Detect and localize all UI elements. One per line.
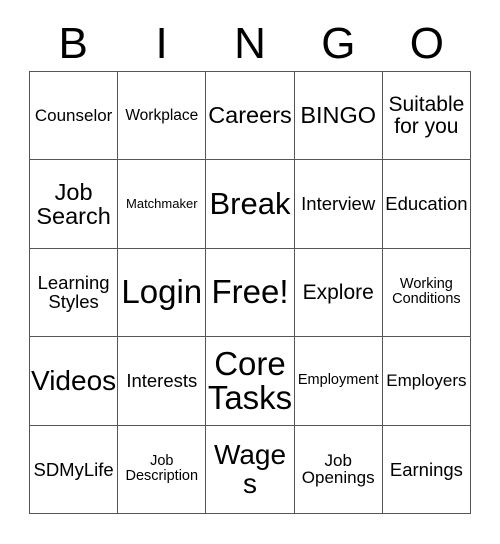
bingo-cell-label: Job Description xyxy=(125,453,199,485)
bingo-cell-r4c2[interactable]: Interests xyxy=(118,337,207,426)
bingo-cell-label: Job Openings xyxy=(301,450,375,488)
bingo-cell-r1c3[interactable]: Careers xyxy=(206,72,295,161)
bingo-cell-r1c5[interactable]: Suitable for you xyxy=(382,72,471,161)
bingo-cell-r2c1[interactable]: Job Search xyxy=(30,160,119,249)
bingo-cell-label: SDMyLife xyxy=(33,458,114,480)
bingo-cell-r4c5[interactable]: Employers xyxy=(382,337,471,426)
bingo-cell-label: Learning Styles xyxy=(37,272,110,313)
bingo-cell-label: Careers xyxy=(208,102,292,129)
bingo-cell-free-space[interactable]: Free! xyxy=(206,248,295,338)
bingo-cell-label: Employers xyxy=(386,371,467,391)
bingo-cell-r3c4[interactable]: Explore xyxy=(294,248,383,338)
bingo-cell-label: Suitable for you xyxy=(388,92,465,138)
bingo-cell-r4c4[interactable]: Employment xyxy=(294,337,383,426)
bingo-cell-label: Education xyxy=(385,193,468,215)
bingo-cell-label: Interests xyxy=(126,370,198,392)
bingo-cell-label: Wages xyxy=(213,439,287,500)
bingo-cell-r3c1[interactable]: Learning Styles xyxy=(30,248,119,338)
bingo-cell-label: Core Tasks xyxy=(207,344,293,416)
bingo-header-letter-b: B xyxy=(58,18,88,68)
bingo-cell-label: Employment xyxy=(297,372,379,389)
bingo-cell-r3c2[interactable]: Login xyxy=(118,248,207,338)
bingo-card: B I N G O Counselor Workplace Careers BI… xyxy=(0,0,500,544)
bingo-cell-label: Working Conditions xyxy=(392,276,461,308)
bingo-header-letter-g: G xyxy=(321,18,356,68)
bingo-cell-r5c5[interactable]: Earnings xyxy=(382,425,471,514)
bingo-cell-label: BINGO xyxy=(300,102,377,129)
bingo-cell-r5c4[interactable]: Job Openings xyxy=(294,425,383,514)
bingo-cell-r1c4[interactable]: BINGO xyxy=(294,72,383,161)
bingo-cell-label: Free! xyxy=(211,273,289,311)
bingo-cell-r2c5[interactable]: Education xyxy=(382,160,471,249)
bingo-cell-label: Matchmaker xyxy=(126,196,198,212)
bingo-cell-r1c2[interactable]: Workplace xyxy=(118,72,207,161)
bingo-cell-r2c2[interactable]: Matchmaker xyxy=(118,160,207,249)
bingo-cell-label: Earnings xyxy=(389,458,463,480)
bingo-cell-label: Interview xyxy=(301,193,376,215)
bingo-cell-r4c1[interactable]: Videos xyxy=(30,337,119,426)
bingo-cell-r3c5[interactable]: Working Conditions xyxy=(382,248,471,338)
bingo-cell-r5c3[interactable]: Wages xyxy=(206,425,295,514)
bingo-cell-label: Job Search xyxy=(36,178,111,230)
bingo-cell-r2c4[interactable]: Interview xyxy=(294,160,383,249)
bingo-cell-label: Counselor xyxy=(34,105,113,125)
bingo-header-letter-i: I xyxy=(155,18,168,68)
bingo-cell-label: Break xyxy=(209,185,291,221)
bingo-header-row: B I N G O xyxy=(29,16,471,71)
bingo-grid: Counselor Workplace Careers BINGO Suitab… xyxy=(29,71,471,514)
bingo-cell-r2c3[interactable]: Break xyxy=(206,160,295,249)
bingo-cell-r1c1[interactable]: Counselor xyxy=(30,72,119,161)
bingo-cell-label: Workplace xyxy=(125,106,199,124)
bingo-cell-r5c1[interactable]: SDMyLife xyxy=(30,425,119,514)
bingo-cell-r5c2[interactable]: Job Description xyxy=(118,425,207,514)
bingo-cell-label: Videos xyxy=(31,365,117,397)
bingo-cell-r4c3[interactable]: Core Tasks xyxy=(206,337,295,426)
bingo-cell-label: Login xyxy=(121,273,203,311)
bingo-cell-label: Explore xyxy=(302,280,374,304)
bingo-header-letter-n: N xyxy=(234,18,266,68)
bingo-header-letter-o: O xyxy=(409,18,444,68)
